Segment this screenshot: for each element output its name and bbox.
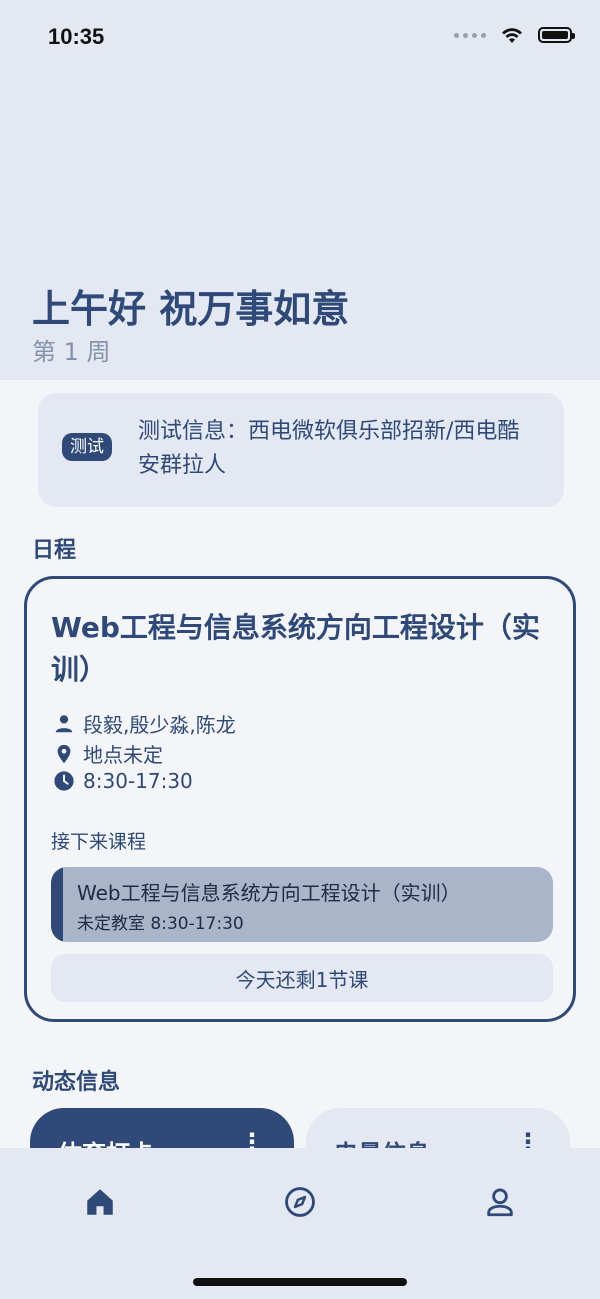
person-icon (487, 1188, 513, 1217)
location-pin-icon (57, 744, 71, 763)
time-text: 8:30-17:30 (83, 769, 193, 793)
greeting-title: 上午好 祝万事如意 (32, 287, 350, 331)
home-indicator (193, 1278, 407, 1286)
location-text: 地点未定 (83, 743, 163, 767)
clock-icon (54, 771, 74, 791)
location-row: 地点未定 (53, 739, 163, 768)
signal-icon (454, 32, 486, 38)
tab-explore[interactable] (280, 1182, 320, 1222)
status-time: 10:35 (48, 24, 105, 49)
next-course-detail: 未定教室 8:30-17:30 (77, 914, 244, 934)
schedule-section-title: 日程 (32, 538, 77, 563)
teachers-row: 段毅,殷少淼,陈龙 (53, 709, 236, 738)
schedule-card[interactable]: Web工程与信息系统方向工程设计（实训） 段毅,殷少淼,陈龙 地点未定 8:30… (24, 576, 576, 1022)
wifi-icon (502, 28, 522, 43)
home-icon (87, 1189, 113, 1215)
remaining-classes-button[interactable]: 今天还剩1节课 (51, 954, 553, 1002)
time-row: 8:30-17:30 (53, 769, 193, 793)
battery-icon (538, 27, 575, 43)
week-label: 第 1 周 (32, 338, 111, 366)
course-title: Web工程与信息系统方向工程设计（实训） (51, 611, 540, 686)
next-course-accent (51, 867, 63, 942)
status-bar: 10:35 (0, 0, 600, 80)
compass-icon (285, 1187, 315, 1217)
tab-profile[interactable] (480, 1182, 520, 1222)
dynamic-section-title: 动态信息 (32, 1070, 121, 1095)
next-course-label: 接下来课程 (51, 831, 147, 853)
notice-card[interactable]: 测试 测试信息：西电微软俱乐部招新/西电酷安群拉人 (38, 393, 564, 507)
status-icons (454, 26, 575, 44)
next-course-name: Web工程与信息系统方向工程设计（实训） (77, 881, 461, 905)
notice-tag: 测试 (62, 433, 112, 461)
tab-bar (0, 1148, 600, 1299)
teachers-text: 段毅,殷少淼,陈龙 (83, 713, 236, 737)
next-course-item[interactable]: Web工程与信息系统方向工程设计（实训） 未定教室 8:30-17:30 (51, 867, 553, 942)
person-icon (55, 714, 73, 732)
notice-text: 测试信息：西电微软俱乐部招新/西电酷安群拉人 (138, 419, 520, 478)
tab-home[interactable] (80, 1182, 120, 1222)
